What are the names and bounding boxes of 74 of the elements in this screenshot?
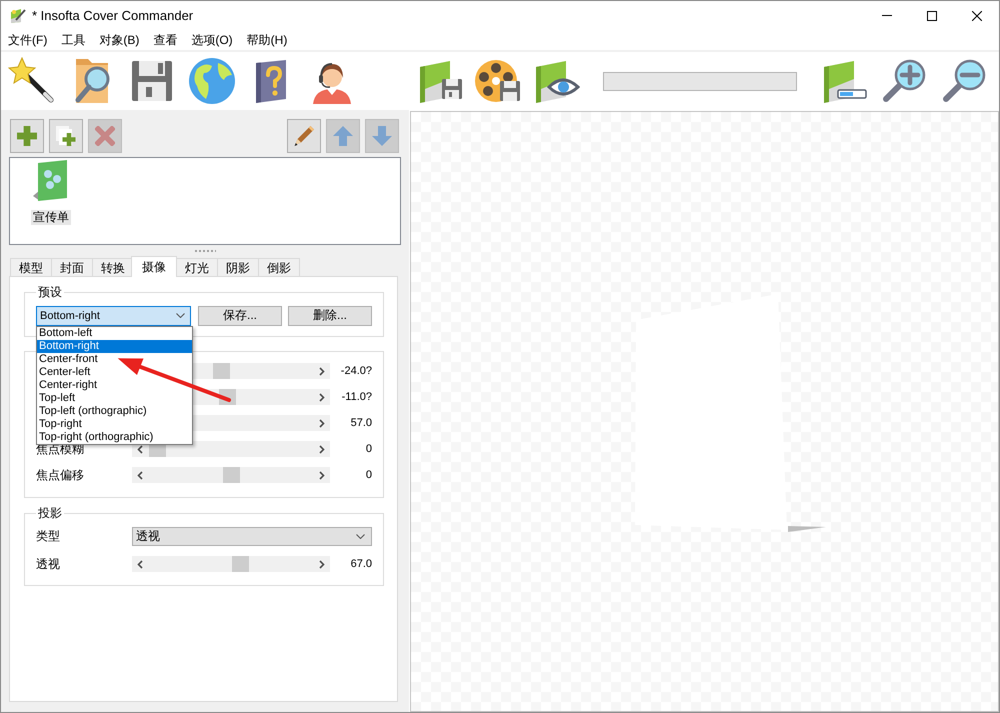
value-label: 57.0 [350,417,372,429]
add-copy-icon [56,126,76,146]
slider-thumb[interactable] [222,467,240,483]
menu-item[interactable]: 工具 [54,30,92,50]
field-label: 透视 [36,556,61,572]
chevron-left-icon[interactable] [137,444,143,454]
dropdown-option[interactable]: Top-left [37,392,192,404]
edit-button[interactable] [287,119,321,153]
tab[interactable]: 摄像 [131,256,177,277]
dropdown-option[interactable]: Top-right (orthographic) [37,430,192,444]
chevron-right-icon[interactable] [319,444,325,454]
tab[interactable]: 倒影 [258,258,300,276]
chevron-left-icon[interactable] [137,560,143,568]
dropdown-option[interactable]: Top-right [37,418,192,430]
app-icon [10,8,26,24]
value-label: 0 [364,443,372,455]
value-label: -11.0? [340,391,372,403]
projection-dropdown[interactable]: 透视 [132,527,372,546]
field-label: 焦点偏移 [36,466,85,484]
window-title: * Insofta Cover Commander [32,8,194,23]
tab[interactable]: 模型 [10,258,52,276]
menu-item[interactable]: 帮助(H) [240,30,294,50]
plus-icon [17,126,37,146]
chevron-right-icon[interactable] [319,470,325,480]
dropdown-option[interactable]: Center-left [37,366,192,378]
chevron-right-icon[interactable] [319,418,325,428]
slider-track[interactable] [132,441,330,457]
value-label: 67.0 [350,558,372,570]
slider-thumb[interactable] [212,363,230,379]
preset-button[interactable]: 删除... [288,306,372,326]
arrow-up-icon [333,126,353,146]
add-button[interactable] [10,119,44,153]
chevron-right-icon[interactable] [319,560,325,568]
menu-item[interactable]: 文件(F) [1,30,54,50]
zoom-in-icon[interactable] [880,57,928,105]
value-label: 0 [364,469,372,481]
menu-item[interactable]: 选项(O) [184,30,240,50]
field-label: 类型 [36,528,61,545]
object-label[interactable]: 宣传单 [31,210,71,225]
tab[interactable]: 转换 [92,258,134,276]
slider-track[interactable] [132,556,330,572]
tab[interactable]: 灯光 [176,258,218,276]
close-icon [972,10,982,20]
tab[interactable]: 阴影 [217,258,259,276]
globe-icon[interactable] [188,57,236,105]
film-reel-save-icon[interactable] [474,57,522,105]
wand-icon[interactable] [8,57,56,105]
minimize-icon [882,15,892,16]
tab[interactable]: 封面 [51,258,93,276]
slider-track[interactable] [132,467,330,483]
chevron-left-icon[interactable] [137,470,143,480]
group-label: 投影 [37,506,63,521]
add-copy-button[interactable] [49,119,83,153]
preset-button[interactable]: 保存... [198,306,282,326]
chevron-right-icon[interactable] [319,392,325,402]
dropdown-option[interactable]: Bottom-right [37,340,192,352]
dropdown-option[interactable]: Bottom-left [37,326,192,340]
pencil-icon [294,126,314,146]
chevron-right-icon[interactable] [319,366,325,376]
dropdown-option[interactable]: Center-right [37,378,192,392]
zoom-out-icon[interactable] [940,57,988,105]
delete-icon [95,126,115,146]
menu-item[interactable]: 查看 [146,30,184,50]
slider-thumb[interactable] [232,556,250,572]
chevron-down-icon [356,534,365,539]
value-label: -24.0? [340,365,372,377]
group-label: 预设 [37,285,63,300]
dropdown-option[interactable]: Center-front [37,352,192,366]
chevron-down-icon [176,313,185,318]
arrow-down-icon [372,126,392,146]
maximize-icon [926,10,936,20]
menu-item[interactable]: 对象(B) [92,30,146,50]
preset-dropdown[interactable]: Bottom-right [36,306,191,326]
dropdown-option[interactable]: Top-left (orthographic) [37,404,192,418]
